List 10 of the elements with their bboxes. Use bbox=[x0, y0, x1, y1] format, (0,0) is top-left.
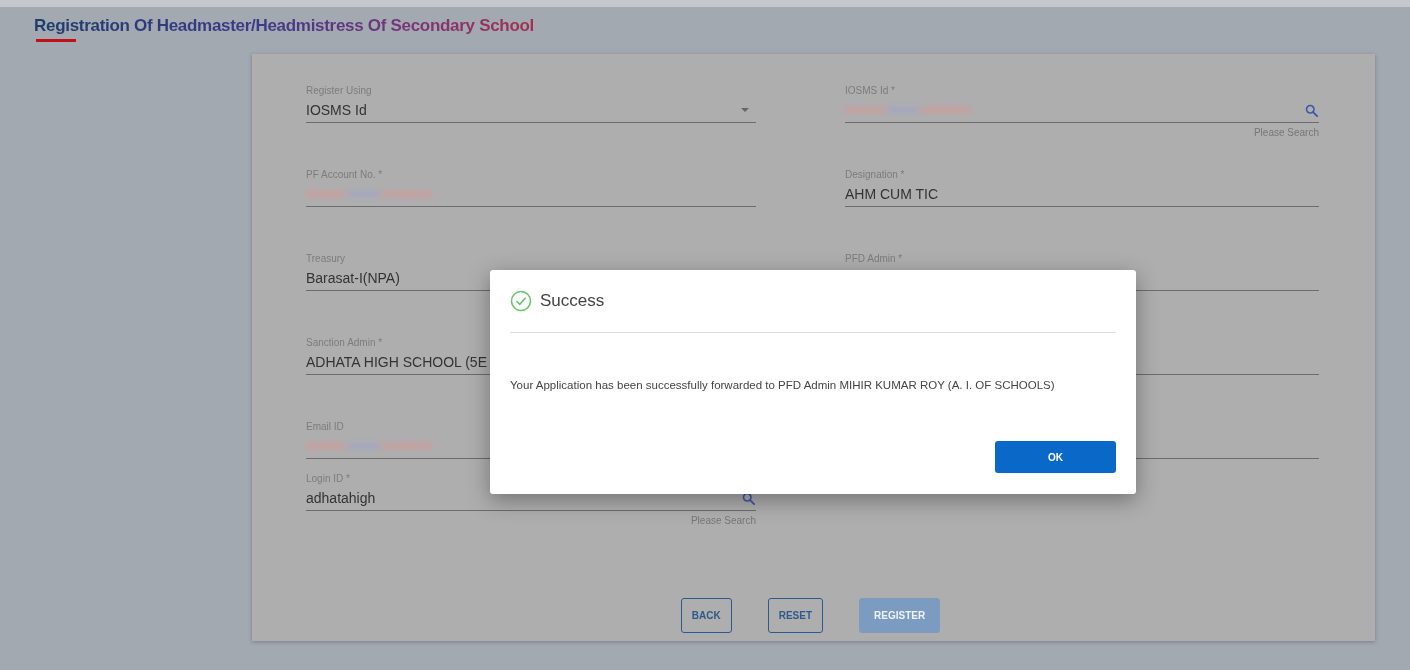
caret-icon bbox=[740, 107, 750, 113]
dialog-message: Your Application has been successfully forwarded to PFD Admin MIHIR KUMAR ROY (A. I. OF SCHOOLS) bbox=[510, 379, 1056, 391]
dialog-title: Success bbox=[540, 291, 605, 311]
select-field[interactable]: IOSMS Id bbox=[306, 98, 756, 123]
page-title: Registration Of Headmaster/Headmistress Of Secondary School bbox=[34, 16, 534, 36]
form-button[interactable]: BACK bbox=[680, 598, 732, 633]
ok-button[interactable]: OK bbox=[995, 441, 1116, 473]
check-circle-icon bbox=[510, 290, 532, 312]
input-field[interactable]: AHM CUM TIC bbox=[845, 182, 1319, 207]
form-button[interactable]: RESET bbox=[767, 598, 824, 633]
